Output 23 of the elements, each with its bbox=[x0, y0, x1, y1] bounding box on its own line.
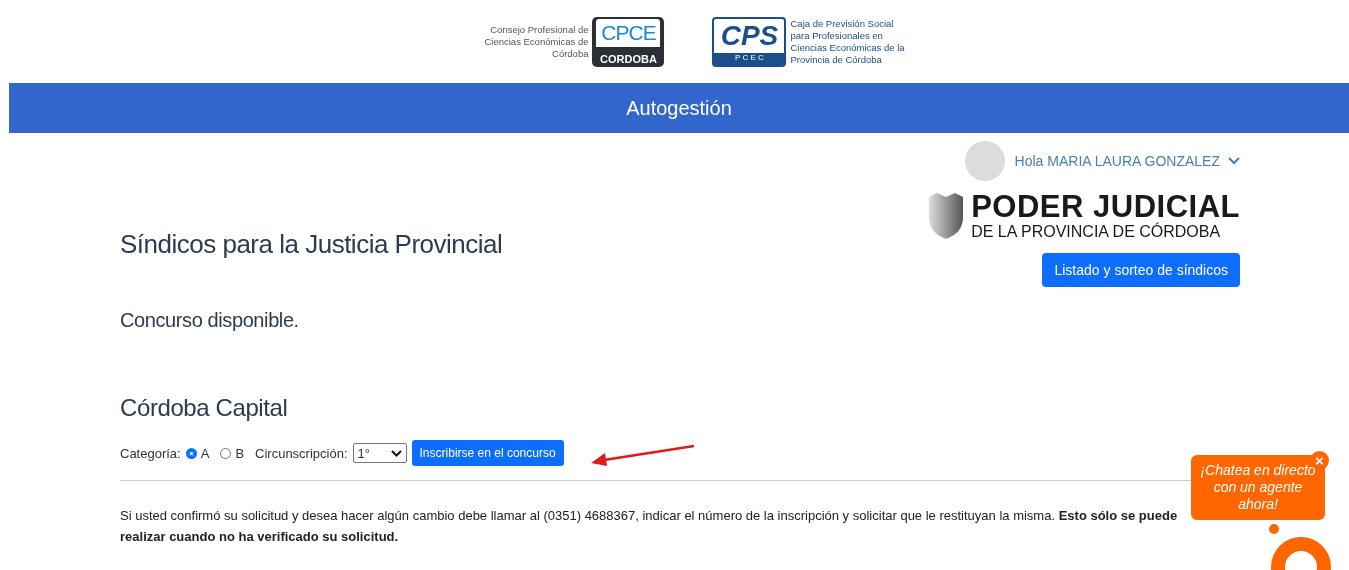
cps-name: Caja de Previsión Social para Profesionales en Ciencias Económicas de la Provincia de Córdoba bbox=[790, 17, 905, 66]
avatar-icon bbox=[964, 141, 1005, 181]
chevron-down-icon bbox=[1228, 157, 1240, 165]
district-select[interactable]: 1° bbox=[352, 443, 407, 463]
category-radio[interactable]: A bbox=[185, 445, 210, 461]
cpce-logo: CPCE CORDOBA bbox=[592, 16, 665, 67]
region-heading: Córdoba Capital bbox=[120, 394, 289, 422]
chevron-down-icon bbox=[390, 449, 402, 457]
district-label: Circunscripción: bbox=[255, 445, 348, 461]
judicial-title: PODER JUDICIAL bbox=[971, 191, 1240, 223]
user-menu[interactable]: Hola MARIA LAURA GONZALEZ bbox=[1014, 153, 1240, 169]
category-radio[interactable]: B bbox=[220, 445, 245, 461]
page-title: Síndicos para la Justicia Provincial bbox=[120, 229, 503, 260]
cps-logo: CPS P C E C bbox=[712, 16, 787, 67]
register-button[interactable]: Inscribirse en el concurso bbox=[411, 440, 564, 466]
cpce-name: Consejo Profesional de Ciencias Económicas de Córdoba bbox=[484, 23, 589, 60]
judicial-subtitle: DE LA PROVINCIA DE CÓRDOBA bbox=[971, 223, 1222, 241]
list-draw-button[interactable]: Listado y sorteo de síndicos bbox=[1042, 253, 1240, 287]
status-heading: Concurso disponible. bbox=[120, 309, 300, 332]
category-label: Categoría: bbox=[120, 445, 181, 461]
notice-text: Si usted confirmó su solicitud y desea hacer algún cambio debe llamar al (0351) 4688367, indicar el número de la inscripción y solicitar que le restituyan la misma. Esto sólo se puede realizar cuando no ha verificado su solicitud. bbox=[120, 507, 1179, 546]
banner-title: Autogestión bbox=[9, 83, 1349, 133]
chat-dot bbox=[1269, 524, 1279, 534]
